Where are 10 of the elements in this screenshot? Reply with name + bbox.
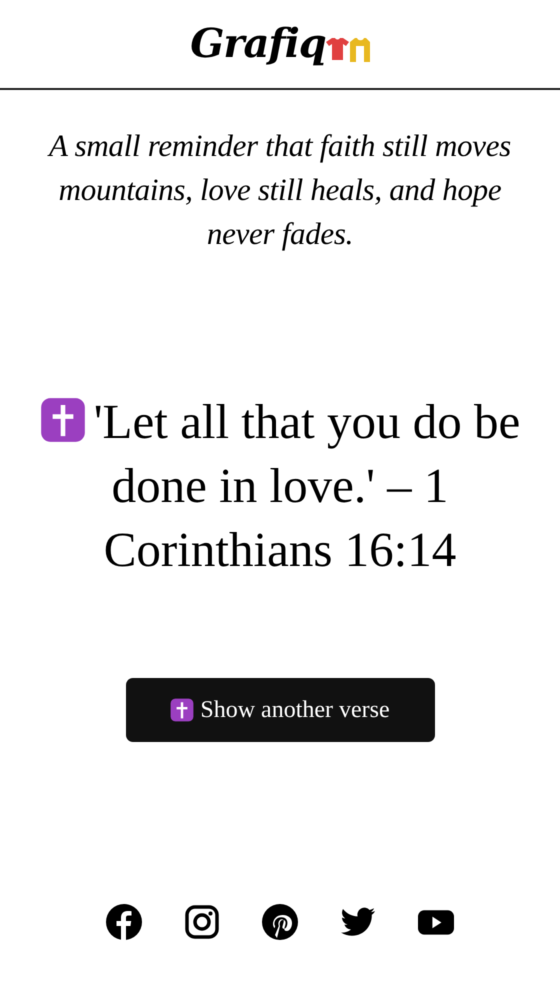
pinterest-icon[interactable] bbox=[262, 904, 298, 940]
cross-icon bbox=[40, 397, 86, 443]
logo-text[interactable]: Grafiq bbox=[190, 24, 326, 64]
facebook-icon[interactable] bbox=[106, 904, 142, 940]
clothing-icon bbox=[324, 36, 370, 64]
cross-icon bbox=[170, 698, 194, 722]
verse-text: 'Let all that you do be done in love.' – 1 Corinthians 16:14 bbox=[20, 390, 540, 582]
instagram-icon[interactable] bbox=[184, 904, 220, 940]
tagline-text: A small reminder that faith still moves mountains, love still heals, and hope never fades. bbox=[46, 127, 512, 253]
show-verse-button[interactable]: Show another verse bbox=[126, 678, 434, 742]
